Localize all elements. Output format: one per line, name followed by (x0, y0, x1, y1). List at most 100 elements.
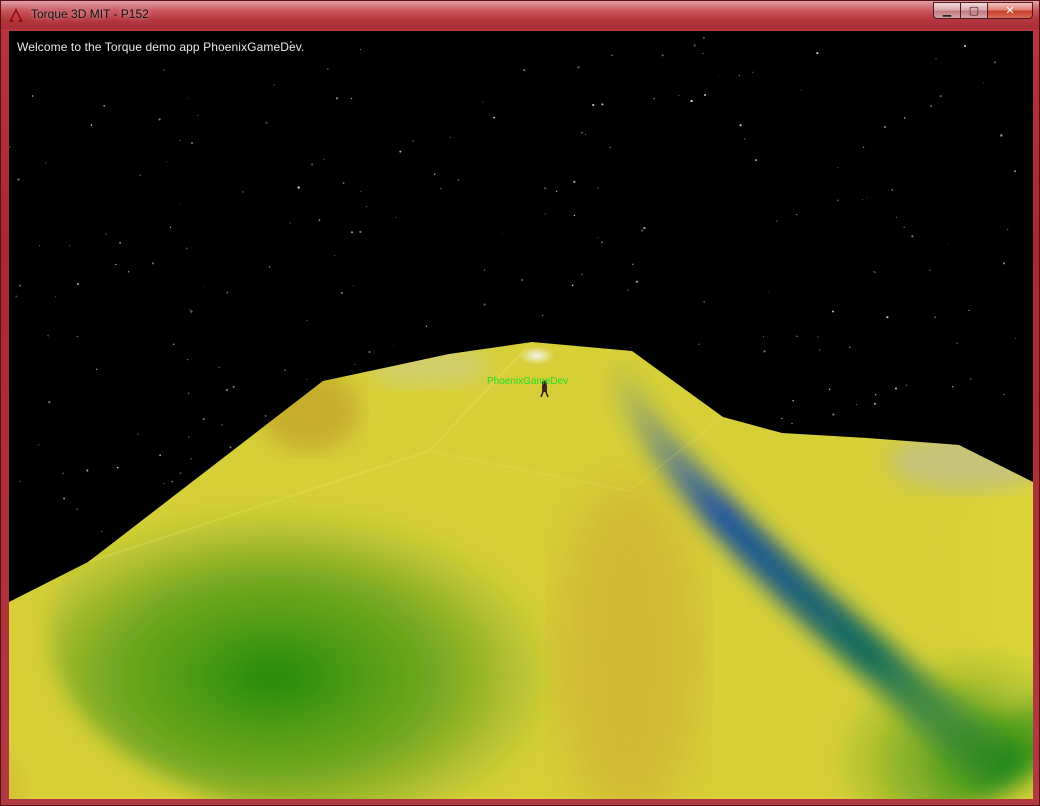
star (703, 37, 705, 39)
close-button[interactable]: ✕ (987, 2, 1033, 19)
star (62, 472, 64, 474)
star (542, 314, 544, 317)
star (904, 117, 906, 119)
star (187, 359, 189, 361)
star (189, 309, 191, 311)
star (934, 316, 936, 318)
star (218, 366, 220, 369)
star (573, 214, 576, 217)
star (796, 335, 798, 337)
star (573, 180, 576, 183)
star (188, 436, 190, 438)
star (221, 423, 224, 426)
star (450, 136, 452, 138)
star (166, 161, 167, 163)
star (63, 497, 66, 500)
star (929, 269, 931, 271)
star (690, 99, 693, 103)
maximize-button[interactable]: ▢ (960, 2, 987, 19)
star (326, 67, 329, 71)
star (368, 351, 371, 353)
star (484, 269, 486, 271)
star (366, 206, 368, 208)
window-controls: ▁ ▢ ✕ (933, 2, 1033, 21)
star (190, 457, 192, 460)
star (874, 271, 876, 274)
star (631, 263, 634, 266)
star (68, 245, 70, 247)
star (393, 345, 394, 347)
title-bar[interactable]: Torque 3D MIT - P152 ▁ ▢ ✕ (1, 1, 1039, 29)
star (297, 186, 300, 189)
star (800, 89, 802, 91)
star (289, 222, 291, 224)
star (883, 125, 887, 129)
star (306, 319, 308, 321)
star (76, 508, 78, 510)
star (903, 226, 905, 228)
star (265, 121, 268, 124)
star (48, 401, 51, 404)
star (151, 262, 154, 265)
star (704, 94, 706, 96)
star (103, 105, 105, 107)
star (601, 241, 603, 243)
star (188, 97, 190, 99)
star (911, 235, 914, 238)
star (137, 433, 139, 436)
star (440, 187, 442, 190)
star (171, 480, 174, 483)
minimize-button[interactable]: ▁ (933, 2, 960, 19)
star (641, 229, 644, 232)
star (895, 387, 897, 390)
star (597, 237, 599, 239)
star (105, 233, 107, 235)
star (627, 289, 629, 292)
app-window: Torque 3D MIT - P152 ▁ ▢ ✕ Welcome to th… (0, 0, 1040, 806)
star (630, 346, 631, 348)
star (754, 159, 758, 162)
star (702, 53, 704, 55)
star (45, 162, 47, 164)
star (1000, 134, 1003, 137)
star (855, 404, 857, 406)
star (360, 190, 362, 192)
star (891, 189, 893, 191)
star (127, 271, 130, 273)
star (571, 284, 574, 287)
minimize-icon: ▁ (942, 4, 952, 17)
star (609, 146, 612, 149)
star (763, 336, 764, 338)
star (163, 483, 165, 485)
star (412, 140, 414, 142)
star (323, 158, 325, 161)
star (179, 472, 182, 475)
star (204, 286, 206, 288)
star (333, 255, 335, 256)
star (717, 74, 719, 76)
star (544, 187, 547, 190)
star (202, 417, 205, 421)
star (832, 413, 835, 416)
star (19, 285, 21, 287)
star (592, 103, 595, 107)
star (116, 466, 119, 469)
star (37, 444, 40, 446)
star (581, 131, 583, 134)
star (425, 325, 428, 327)
star (796, 214, 798, 216)
star (792, 399, 795, 402)
game-viewport[interactable]: Welcome to the Torque demo app PhoenixGa… (9, 31, 1033, 799)
star (832, 310, 834, 313)
star (76, 283, 79, 285)
star (340, 291, 344, 295)
close-icon: ✕ (1005, 4, 1015, 17)
star (635, 280, 638, 283)
star (693, 44, 696, 47)
star (342, 182, 345, 185)
star (993, 61, 996, 64)
star (493, 116, 495, 119)
star (738, 74, 740, 77)
star (523, 69, 526, 72)
star (1014, 337, 1017, 339)
